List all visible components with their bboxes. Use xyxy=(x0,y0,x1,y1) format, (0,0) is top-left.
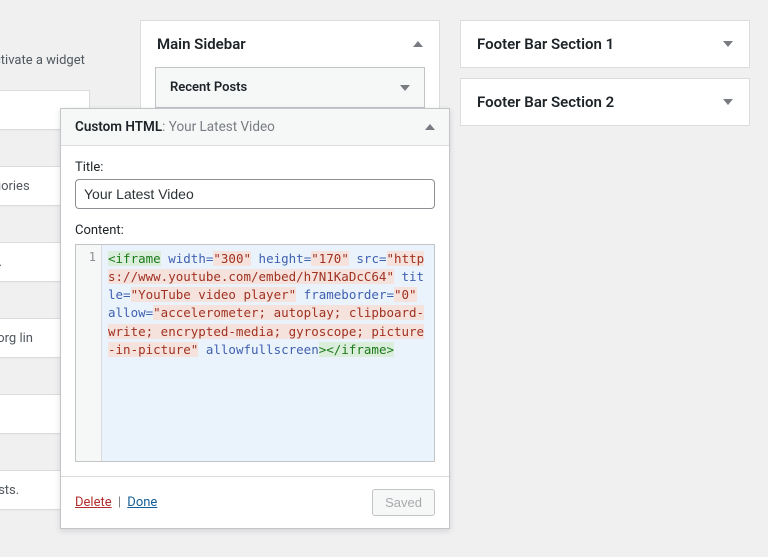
title-input[interactable] xyxy=(75,179,435,209)
line-gutter: 1 xyxy=(76,245,102,461)
expand-icon xyxy=(723,99,733,105)
done-link[interactable]: Done xyxy=(127,495,157,510)
custom-html-title: Custom HTML: Your Latest Video xyxy=(75,119,275,135)
title-label: Title: xyxy=(75,160,435,175)
main-sidebar-title: Main Sidebar xyxy=(157,35,246,53)
footer-section-2-panel: Footer Bar Section 2 xyxy=(460,78,750,126)
recent-posts-widget[interactable]: Recent Posts xyxy=(155,67,425,108)
recent-posts-label: Recent Posts xyxy=(170,80,247,95)
custom-html-header[interactable]: Custom HTML: Your Latest Video xyxy=(61,109,449,146)
custom-html-body: Title: Content: 1 <iframe width="300" he… xyxy=(61,146,449,476)
content-editor[interactable]: 1 <iframe width="300" height="170" src="… xyxy=(75,244,435,462)
footer-section-1-header[interactable]: Footer Bar Section 1 xyxy=(461,21,749,67)
expand-icon xyxy=(400,85,410,91)
custom-html-widget: Custom HTML: Your Latest Video Title: Co… xyxy=(60,108,450,529)
footer-sections-column: Footer Bar Section 1 Footer Bar Section … xyxy=(460,20,750,136)
separator: | xyxy=(118,495,121,510)
content-label: Content: xyxy=(75,223,435,238)
footer-links: Delete | Done xyxy=(75,495,157,510)
collapse-icon xyxy=(413,41,423,47)
footer-section-1-panel: Footer Bar Section 1 xyxy=(460,20,750,68)
code-content[interactable]: <iframe width="300" height="170" src="ht… xyxy=(102,245,434,461)
custom-html-footer: Delete | Done Saved xyxy=(61,476,449,528)
footer-section-1-title: Footer Bar Section 1 xyxy=(477,35,614,53)
collapse-icon xyxy=(425,124,435,130)
main-sidebar-header[interactable]: Main Sidebar xyxy=(141,21,439,67)
delete-link[interactable]: Delete xyxy=(75,495,112,510)
footer-section-2-title: Footer Bar Section 2 xyxy=(477,93,614,111)
footer-section-2-header[interactable]: Footer Bar Section 2 xyxy=(461,79,749,125)
expand-icon xyxy=(723,41,733,47)
saved-button: Saved xyxy=(372,489,435,516)
